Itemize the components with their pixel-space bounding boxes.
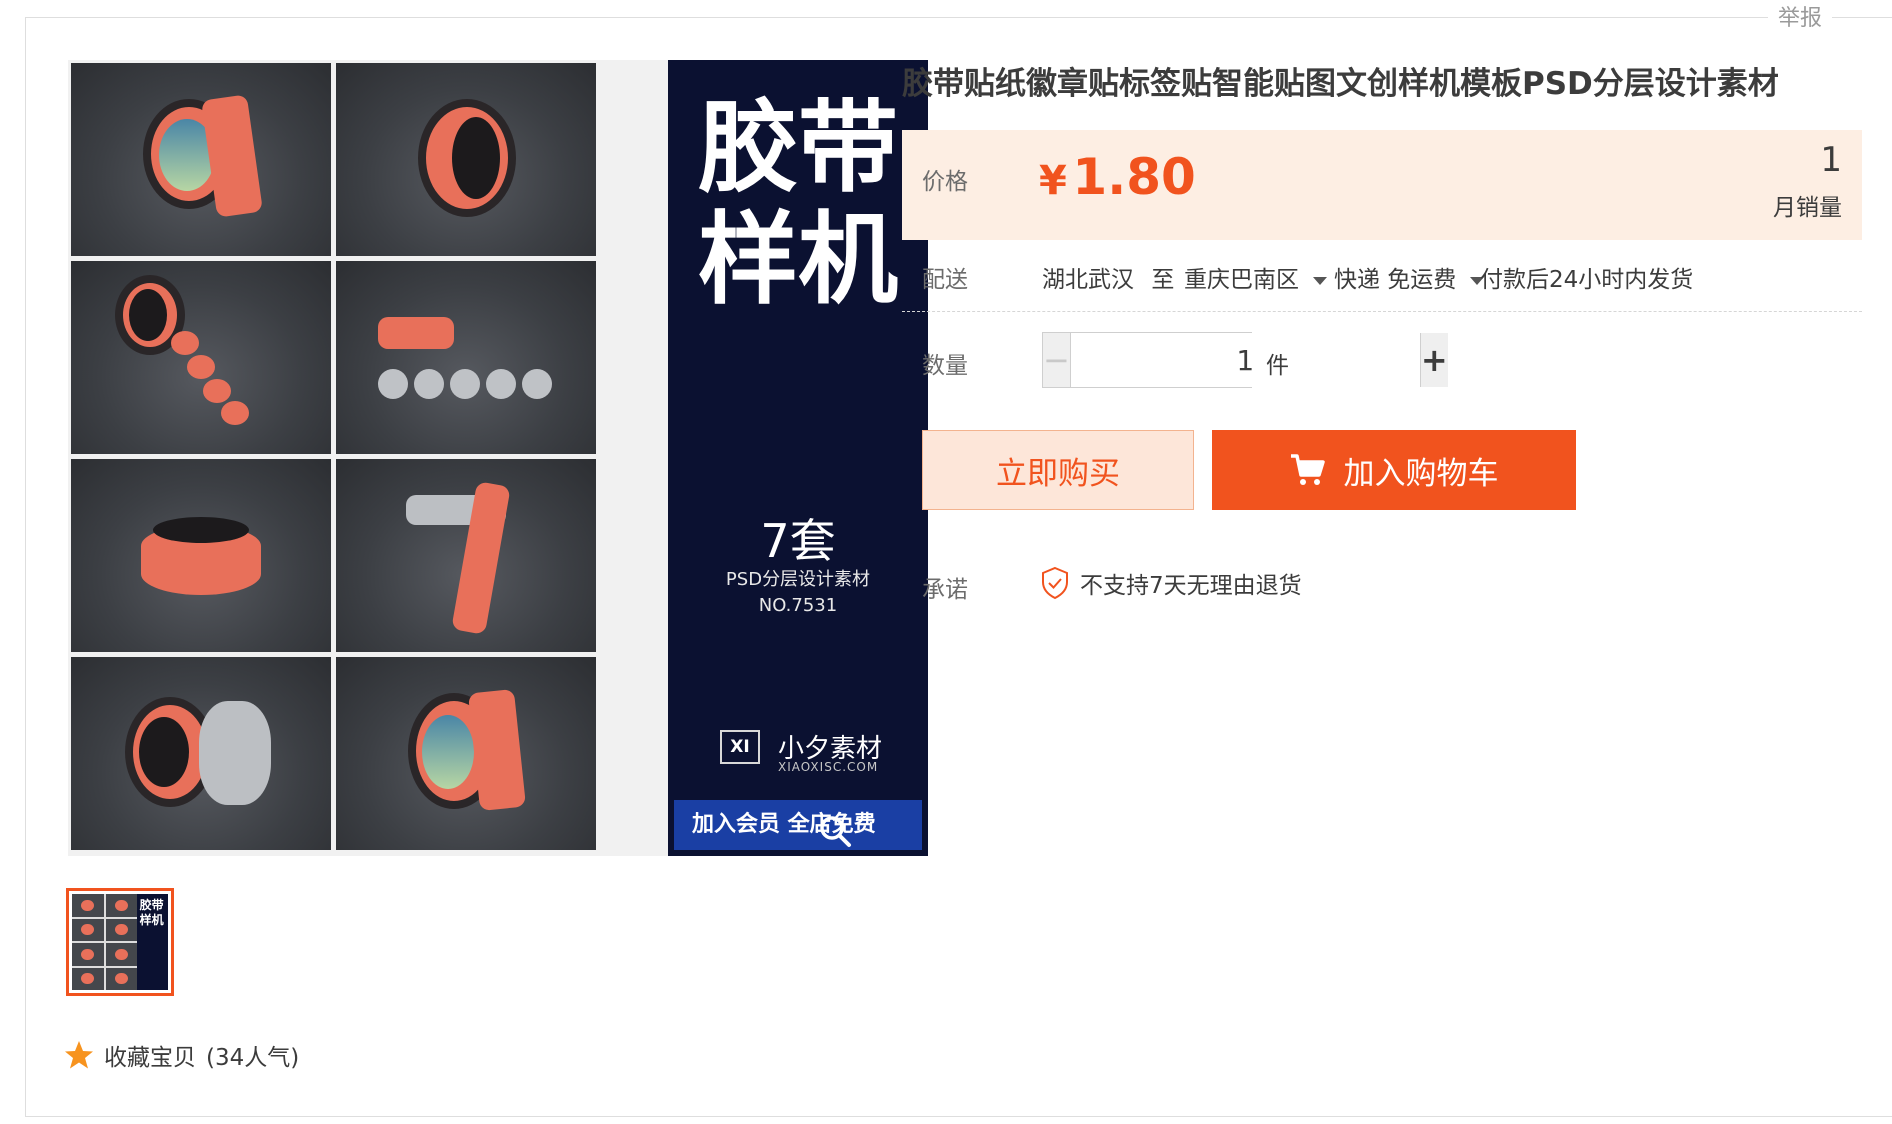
sticker-dot — [522, 369, 552, 399]
report-link[interactable]: 举报 — [1768, 2, 1833, 36]
mockup-tile — [71, 459, 331, 652]
add-to-cart-button[interactable]: 加入购物车 — [1212, 430, 1576, 510]
monthly-sales-count: 1 — [1820, 140, 1842, 180]
cart-icon — [1290, 454, 1325, 485]
image-thumbnail[interactable]: 胶带样机 — [66, 888, 174, 996]
thumbnail-grid — [72, 894, 138, 990]
mockup-tile — [336, 63, 596, 256]
sticker-dot — [450, 369, 480, 399]
ship-to-word: 至 — [1151, 267, 1175, 293]
chevron-down-icon — [1313, 276, 1327, 285]
return-policy-text: 不支持7天无理由退货 — [1080, 573, 1302, 599]
tape-core — [129, 289, 167, 341]
promo-panel: 胶带 样机 7套 PSD分层设计素材 NO.7531 XI 小夕素材 XIAOX… — [668, 60, 928, 856]
product-title: 胶带贴纸徽章贴标签贴智能贴图文创样机模板PSD分层设计素材 — [902, 66, 1779, 102]
tape-core — [139, 717, 189, 787]
price-box: 价格 ¥ 1.80 1 月销量 — [902, 130, 1862, 240]
mockup-tile — [71, 657, 331, 850]
mockup-tile — [336, 459, 596, 652]
price-amount: 1.80 — [1072, 148, 1196, 206]
shipping-method-select[interactable]: 快递 免运费 — [1334, 260, 1485, 294]
price-label: 价格 — [922, 169, 968, 195]
price-value: ¥ 1.80 — [1039, 148, 1196, 206]
favorite-button[interactable]: 收藏宝贝 (34人气) — [64, 1038, 299, 1072]
destination-select[interactable]: 重庆巴南区 — [1184, 260, 1327, 294]
mockup-tile — [71, 261, 331, 454]
sticker-dot — [486, 369, 516, 399]
tape-core — [153, 517, 249, 543]
ship-destination: 重庆巴南区 — [1184, 267, 1299, 293]
thumbnail-preview: 胶带样机 — [72, 894, 168, 990]
sticker-dot — [171, 331, 199, 355]
star-icon — [65, 1041, 93, 1069]
quantity-stepper: − + — [1042, 332, 1448, 388]
tape-core — [452, 117, 500, 199]
main-product-image[interactable]: 胶带 样机 7套 PSD分层设计素材 NO.7531 XI 小夕素材 XIAOX… — [68, 60, 928, 856]
sticker-dot — [378, 369, 408, 399]
ship-origin: 湖北武汉 — [1042, 267, 1134, 293]
mockup-tile — [71, 63, 331, 256]
promo-subtitle: PSD分层设计素材 — [725, 569, 871, 590]
tape-core — [422, 715, 474, 789]
mockup-tile — [336, 657, 596, 850]
increase-button[interactable]: + — [1419, 333, 1448, 387]
buy-now-label: 立即购买 — [996, 455, 1120, 492]
thumbnail-text: 胶带样机 — [139, 898, 164, 927]
promo-number: NO.7531 — [758, 595, 838, 616]
dispatch-time: 付款后24小时内发货 — [1480, 267, 1694, 293]
sticker-dot — [187, 355, 215, 379]
monthly-sales-label: 月销量 — [1773, 195, 1842, 221]
promo-count: 7套 — [760, 514, 836, 568]
shipping-row: 配送 湖北武汉 至 重庆巴南区 快递 免运费 付款后24小时内发货 — [902, 256, 1862, 312]
return-policy: 不支持7天无理由退货 — [1040, 566, 1302, 600]
shipping-label: 配送 — [922, 267, 968, 293]
zoom-icon[interactable] — [818, 814, 852, 848]
favorite-popularity: (34人气) — [206, 1045, 300, 1071]
quantity-input[interactable] — [1070, 333, 1420, 387]
mockup-tile — [336, 261, 596, 454]
sticker-dot — [414, 369, 444, 399]
promise-row: 承诺 不支持7天无理由退货 — [902, 566, 1862, 606]
promise-label: 承诺 — [922, 577, 968, 603]
brand-url: XIAOXISC.COM — [778, 760, 879, 774]
ship-method: 快递 免运费 — [1334, 267, 1457, 293]
promo-title-line2: 样机 — [698, 201, 898, 318]
promo-title-line1: 胶带 — [698, 89, 898, 206]
tape-band — [378, 317, 454, 349]
quantity-label: 数量 — [922, 353, 968, 379]
quantity-unit: 件 — [1266, 353, 1289, 379]
ship-from: 湖北武汉 至 — [1042, 260, 1174, 294]
sticker-dot — [221, 401, 249, 425]
tape-band — [199, 701, 271, 805]
add-to-cart-label: 加入购物车 — [1343, 455, 1499, 492]
decrease-button[interactable]: − — [1043, 333, 1071, 387]
currency-symbol: ¥ — [1039, 158, 1067, 204]
brand-logo: XI — [720, 730, 760, 764]
membership-banner: 加入会员 全店免费 — [674, 800, 922, 850]
sticker-dot — [203, 379, 231, 403]
buy-now-button[interactable]: 立即购买 — [922, 430, 1194, 510]
quantity-row: 数量 − + 件 — [902, 332, 1862, 390]
shield-check-icon — [1042, 566, 1068, 600]
favorite-label: 收藏宝贝 — [104, 1045, 196, 1071]
